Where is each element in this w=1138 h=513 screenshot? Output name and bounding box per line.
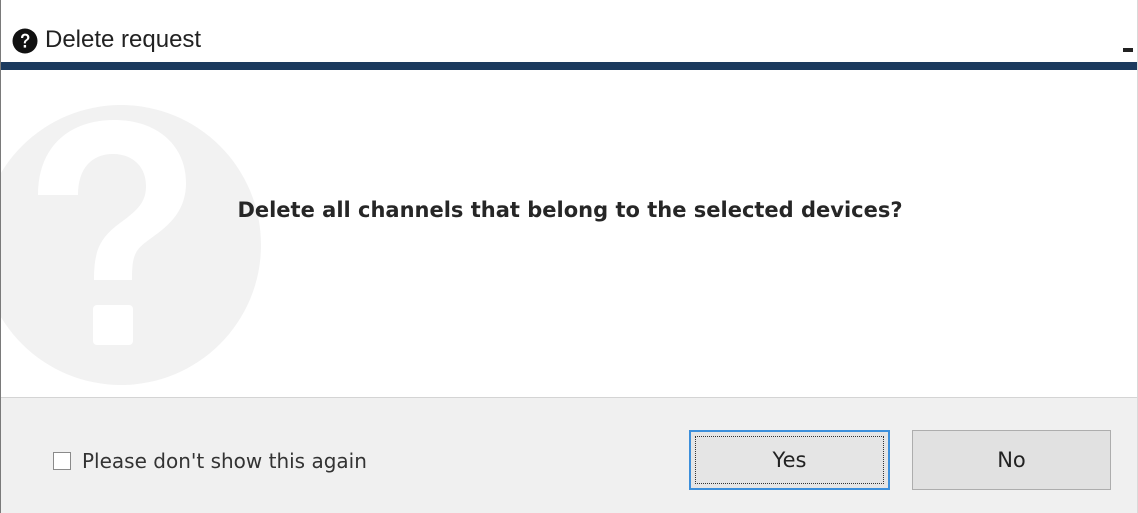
- confirmation-message: Delete all channels that belong to the s…: [237, 198, 903, 222]
- question-mark-icon: [1, 100, 266, 390]
- checkbox-label: Please don't show this again: [82, 449, 367, 473]
- title-accent-bar: [1, 62, 1137, 70]
- delete-request-dialog: Delete request Delete all channels that …: [0, 0, 1138, 513]
- focus-ring: [695, 436, 884, 484]
- no-button[interactable]: No: [912, 430, 1111, 490]
- checkbox-box[interactable]: [53, 452, 71, 470]
- dont-show-again-checkbox[interactable]: Please don't show this again: [53, 449, 367, 473]
- no-button-label: No: [997, 448, 1026, 472]
- question-circle-icon: [12, 28, 38, 54]
- yes-button[interactable]: Yes: [689, 430, 890, 490]
- dialog-footer: Please don't show this again Yes No: [1, 397, 1137, 513]
- dialog-content: Delete all channels that belong to the s…: [1, 70, 1137, 397]
- minimize-button[interactable]: [1103, 30, 1137, 60]
- title-bar: Delete request: [1, 0, 1137, 62]
- window-title: Delete request: [45, 26, 202, 53]
- minimize-icon: [1123, 48, 1133, 52]
